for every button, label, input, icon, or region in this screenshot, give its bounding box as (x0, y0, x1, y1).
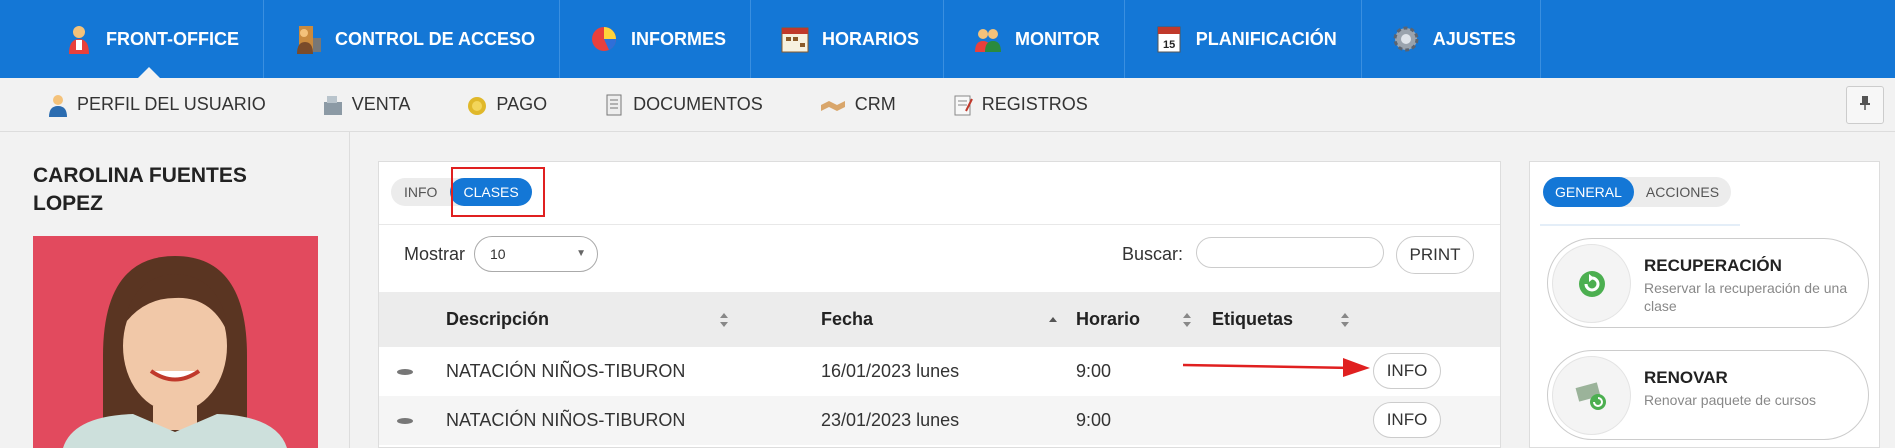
search-label: Buscar: (1122, 244, 1184, 264)
cash-register-icon (322, 93, 344, 117)
nav-control-de-acceso[interactable]: CONTROL DE ACCESO (264, 0, 561, 78)
handshake-icon (819, 93, 847, 117)
subnav-registros[interactable]: REGISTROS (952, 78, 1088, 131)
sort-asc-icon[interactable] (1048, 312, 1058, 328)
search-input[interactable] (1196, 237, 1384, 268)
log-icon (952, 93, 974, 117)
action-recuperacion[interactable]: RECUPERACIÓN Reservar la recuperación de… (1547, 238, 1869, 328)
row-date: 16/01/2023 lunes (821, 361, 960, 381)
nav-planificacion[interactable]: 15 PLANIFICACIÓN (1125, 0, 1362, 78)
coin-icon (466, 93, 488, 117)
action-icon-circle (1552, 244, 1631, 323)
nav-monitor[interactable]: MONITOR (944, 0, 1125, 78)
highlight-box (451, 167, 545, 217)
classes-card: INFO CLASES Mostrar 10 ▼ Buscar: PRINT D… (378, 161, 1501, 448)
actions-card: GENERAL ACCIONES RECUPERACIÓN Reservar l… (1529, 161, 1880, 448)
divider (379, 224, 1500, 225)
row-time: 9:00 (1076, 361, 1112, 381)
user-name: CAROLINA FUENTES LOPEZ (33, 164, 247, 215)
nav-front-office[interactable]: FRONT-OFFICE (35, 0, 264, 79)
document-icon (603, 93, 625, 117)
swim-icon (397, 369, 413, 375)
row-info-button[interactable]: INFO (1373, 353, 1441, 389)
chevron-down-icon: ▼ (576, 248, 586, 259)
access-control-icon (293, 24, 323, 54)
user-photo (33, 236, 318, 448)
row-description: NATACIÓN NIÑOS-TIBURON (446, 361, 686, 381)
tab-general[interactable]: GENERAL (1543, 177, 1634, 207)
action-desc: Reservar la recuperación de una clase (1644, 280, 1848, 314)
action-icon-circle (1552, 356, 1631, 435)
table-row[interactable]: NATACIÓN NIÑOS-TIBURON 23/01/2023 lunes … (379, 396, 1500, 445)
subnav-pago[interactable]: PAGO (466, 78, 547, 131)
gear-icon (1391, 24, 1421, 54)
action-title: RENOVAR (1644, 368, 1728, 387)
row-description: NATACIÓN NIÑOS-TIBURON (446, 410, 686, 430)
swim-icon (397, 418, 413, 424)
sub-navigation: PERFIL DEL USUARIO VENTA PAGO DOCUMENTOS… (0, 78, 1895, 132)
sort-icon[interactable] (1340, 312, 1350, 328)
annotation-arrow-icon (1183, 358, 1370, 377)
nav-ajustes[interactable]: AJUSTES (1362, 0, 1541, 78)
renew-money-icon (1575, 382, 1606, 410)
user-panel: CAROLINA FUENTES LOPEZ (0, 132, 350, 448)
row-info-button[interactable]: INFO (1373, 402, 1441, 438)
calendar-icon: 15 (1154, 24, 1184, 54)
sort-icon[interactable] (719, 312, 729, 328)
row-date: 23/01/2023 lunes (821, 410, 960, 430)
tab-info[interactable]: INFO (391, 178, 450, 206)
table-header: Descripción Fecha Horario Etiquetas (379, 292, 1500, 347)
pin-button[interactable] (1846, 86, 1884, 124)
pie-chart-icon (589, 24, 619, 54)
subnav-perfil-del-usuario[interactable]: PERFIL DEL USUARIO (47, 78, 266, 131)
action-desc: Renovar paquete de cursos (1644, 392, 1816, 408)
main-navigation: FRONT-OFFICE CONTROL DE ACCESO INFORMES … (0, 0, 1895, 79)
nav-informes[interactable]: INFORMES (560, 0, 752, 78)
action-renovar[interactable]: RENOVAR Renovar paquete de cursos (1547, 350, 1869, 440)
print-button[interactable]: PRINT (1396, 236, 1474, 274)
subnav-documentos[interactable]: DOCUMENTOS (603, 78, 763, 131)
subnav-venta[interactable]: VENTA (322, 78, 410, 131)
schedule-icon (780, 24, 810, 54)
row-time: 9:00 (1076, 410, 1112, 430)
col-fecha[interactable]: Fecha (821, 292, 873, 347)
user-profile-icon (47, 93, 69, 117)
right-tabs: GENERAL ACCIONES (1543, 177, 1732, 207)
show-label: Mostrar (404, 244, 466, 264)
tab-acciones[interactable]: ACCIONES (1634, 177, 1731, 207)
action-title: RECUPERACIÓN (1644, 256, 1782, 275)
refresh-icon (1579, 271, 1605, 297)
svg-text:15: 15 (1163, 39, 1175, 51)
col-etiquetas[interactable]: Etiquetas (1212, 292, 1293, 347)
page-size-select[interactable]: 10 ▼ (474, 236, 598, 272)
user-icon (64, 24, 94, 54)
subnav-crm[interactable]: CRM (819, 78, 896, 131)
col-horario[interactable]: Horario (1076, 292, 1140, 347)
divider (1540, 224, 1740, 226)
col-descripcion[interactable]: Descripción (446, 292, 549, 347)
sort-icon[interactable] (1182, 312, 1192, 328)
monitor-users-icon (973, 24, 1003, 54)
pin-icon (1858, 95, 1872, 116)
nav-horarios[interactable]: HORARIOS (751, 0, 945, 78)
